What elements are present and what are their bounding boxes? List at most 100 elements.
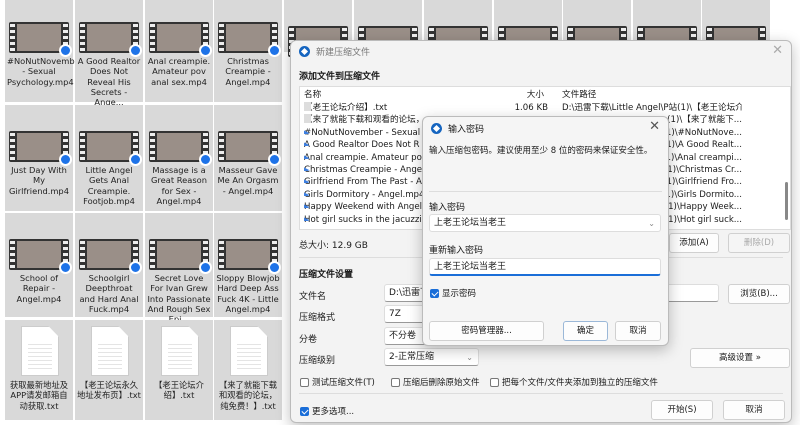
video-file-tile[interactable]: Sloppy Blowjob Hard Deep Ass Fuck 4K - L… [214, 213, 282, 317]
col-path-header[interactable]: 文件路径 [562, 89, 596, 101]
video-thumbnail [218, 239, 281, 274]
video-thumbnail [149, 239, 212, 274]
file-list-row[interactable]: 【老王论坛介绍】.txt 1.06 KB D:\迅雷下载\Little Angel\… [300, 102, 776, 114]
video-thumbnail [149, 22, 212, 57]
video-thumbnail [79, 131, 142, 166]
section-add-heading: 添加文件到压缩文件 [299, 72, 381, 82]
file-name-label: Little Angel Gets Anal Creampie. Footjob… [83, 165, 135, 206]
confirm-password-label: 重新输入密码 [429, 246, 484, 256]
filename-label: 文件名 [299, 292, 327, 302]
ok-button[interactable]: 确定 [563, 321, 608, 341]
video-file-tile[interactable]: #NoNutNovember - Sexual Psychology.mp4 [5, 0, 83, 102]
file-name-label: Schoolgirl Deepthroat and Hard Anal Fuck… [79, 273, 139, 314]
text-file-tile[interactable]: 【老王论坛介绍】.txt [145, 320, 213, 420]
separate-archives-checkbox[interactable]: 把每个文件/文件夹添加到独立的压缩文件 [490, 376, 658, 388]
chevron-down-icon: ⌄ [466, 353, 473, 362]
scrollbar[interactable] [785, 182, 788, 220]
row-name: Girlfriend From The Past - A [304, 177, 422, 188]
file-name-label: 【来了就能下载和观看的论坛，纯免费！】.txt [218, 380, 278, 411]
file-name-label: Christmas Creampie - Angel.mp4 [225, 56, 271, 87]
row-name: 【老王论坛介绍】.txt [304, 103, 388, 113]
volume-value: 不分卷 [389, 331, 417, 341]
col-size-header[interactable]: 大小 [527, 89, 544, 101]
video-thumbnail [9, 131, 72, 166]
total-size: 总大小: 12.9 GB [299, 241, 368, 251]
file-name-label: Just Day With My Girlfriend.mp4 [9, 165, 69, 196]
video-file-tile[interactable]: Secret Love For Ivan Grew Into Passionat… [145, 213, 213, 324]
text-file-tile[interactable]: 【老王论坛永久地址发布页】.txt [75, 320, 143, 420]
add-button[interactable]: 添加(A) [669, 233, 719, 253]
video-thumbnail [149, 131, 212, 166]
password-dialog-title: 输入密码 [448, 125, 485, 135]
video-file-tile[interactable]: School of Repair - Angel.mp4 [5, 213, 73, 317]
video-thumbnail [218, 131, 281, 166]
text-file-tile[interactable]: 【来了就能下载和观看的论坛，纯免费！】.txt [214, 320, 282, 420]
file-name-label: Massage is a Great Reason for Sex - Ange… [151, 165, 207, 206]
show-password-label: 显示密码 [442, 289, 477, 299]
delete-button[interactable]: 删除(D) [728, 233, 790, 253]
password-cancel-button[interactable]: 取消 [615, 321, 661, 341]
text-file-icon [91, 326, 129, 376]
show-password-checkbox[interactable]: 显示密码 [430, 287, 476, 299]
delete-original-checkbox[interactable]: 压缩后删除原始文件 [391, 376, 480, 388]
text-file-tile[interactable]: 获取最新地址及APP请发邮箱自动获取.txt [5, 320, 73, 420]
video-file-tile[interactable]: Little Angel Gets Anal Creampie. Footjob… [75, 105, 143, 211]
advanced-settings-button[interactable]: 高级设置 » [690, 348, 790, 368]
section-settings-heading: 压缩文件设置 [299, 270, 354, 280]
video-file-icon: ▶ [304, 178, 310, 184]
text-file-icon [304, 114, 311, 124]
video-file-icon: ▶ [304, 153, 310, 159]
row-name: Happy Weekend with Angel [304, 202, 423, 213]
video-thumbnail [218, 22, 281, 57]
confirm-password-input[interactable]: 上老王论坛当老王 [429, 258, 661, 276]
video-file-tile[interactable]: Schoolgirl Deepthroat and Hard Anal Fuck… [75, 213, 143, 317]
cancel-button[interactable]: 取消 [723, 400, 785, 420]
text-file-icon [304, 102, 311, 111]
test-archive-label: 测试压缩文件(T) [312, 378, 375, 388]
password-manager-button[interactable]: 密码管理器... [429, 321, 544, 341]
file-name-label: 【老王论坛介绍】.txt [154, 380, 204, 401]
start-button[interactable]: 开始(S) [651, 400, 713, 420]
row-size: 1.06 KB [514, 103, 548, 113]
close-icon[interactable]: ✕ [772, 43, 783, 58]
title-bar: 新建压缩文件 [299, 45, 370, 58]
row-path: D:\迅雷下载\Little Angel\P站(1)\【老王论坛介... [562, 103, 742, 113]
password-value: 上老王论坛当老王 [434, 218, 507, 228]
file-name-label: 获取最新地址及APP请发邮箱自动获取.txt [9, 380, 69, 411]
volume-label: 分卷 [299, 335, 318, 345]
video-file-tile[interactable]: Masseur Gave Me An Orgasm - Angel.mp4 [214, 105, 282, 211]
col-name-header[interactable]: 名称 [304, 89, 321, 101]
more-options-checkbox[interactable]: 更多选项... [300, 405, 354, 417]
level-select[interactable]: 2-正常压缩 ⌄ [384, 348, 479, 366]
file-name-label: Anal creampie. Amateur pov anal sex.mp4 [147, 56, 211, 87]
password-combobox[interactable]: 上老王论坛当老王 ⌄ [429, 214, 661, 232]
chevron-down-icon: ⌄ [648, 219, 655, 228]
format-value: 7Z [389, 309, 401, 319]
file-name-label: Masseur Gave Me An Orgasm - Angel.mp4 [217, 165, 279, 196]
password-label: 输入密码 [429, 203, 466, 213]
file-name-label: Sloppy Blowjob Hard Deep Ass Fuck 4K - L… [216, 273, 280, 314]
video-file-icon: ▶ [304, 190, 310, 196]
video-file-icon: ▶ [304, 203, 310, 209]
delete-original-label: 压缩后删除原始文件 [403, 378, 480, 388]
close-icon[interactable]: ✕ [649, 119, 660, 134]
browse-button[interactable]: 浏览(B)... [728, 284, 790, 304]
video-thumbnail [9, 239, 72, 274]
video-file-icon: ▶ [304, 141, 310, 147]
row-name: A Good Realtor Does Not R [304, 140, 420, 151]
video-file-tile[interactable]: Massage is a Great Reason for Sex - Ange… [145, 105, 213, 211]
text-file-icon [230, 326, 268, 376]
row-name: 【来了就能下载和观看的论坛， [304, 115, 425, 126]
video-file-icon: ▶ [304, 166, 310, 171]
test-archive-checkbox[interactable]: 测试压缩文件(T) [300, 376, 375, 388]
file-name-label: A Good Realtor Does Not Reveal His Secre… [77, 56, 141, 108]
app-logo-icon [431, 123, 442, 134]
video-file-tile[interactable]: Anal creampie. Amateur pov anal sex.mp4 [145, 0, 213, 102]
app-logo-icon [299, 46, 310, 57]
video-file-tile[interactable]: A Good Realtor Does Not Reveal His Secre… [75, 0, 143, 107]
video-file-tile[interactable]: Just Day With My Girlfriend.mp4 [5, 105, 73, 211]
file-name-label: 【老王论坛永久地址发布页】.txt [77, 380, 141, 401]
video-file-tile[interactable]: Christmas Creampie - Angel.mp4 [214, 0, 282, 102]
video-thumbnail [79, 239, 142, 274]
video-thumbnail [79, 22, 142, 57]
